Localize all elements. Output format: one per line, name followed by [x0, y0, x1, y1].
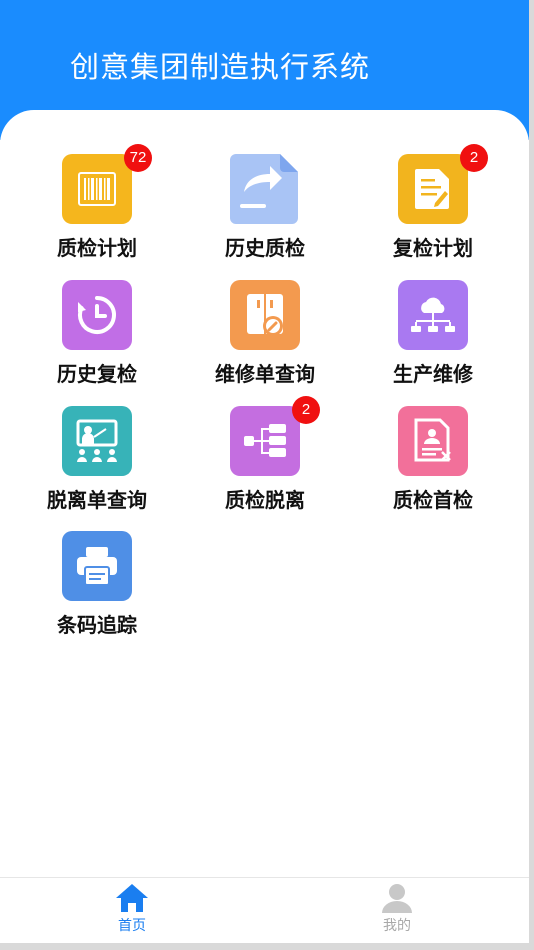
tile-quality-detach: 2	[230, 396, 320, 476]
tile-history-recheck	[62, 280, 132, 350]
notification-badge: 2	[460, 144, 488, 172]
user-icon	[382, 884, 412, 913]
grid-item-production-repair[interactable]: 生产维修	[358, 280, 508, 400]
page-title: 创意集团制造执行系统	[70, 50, 371, 84]
presentation-icon	[76, 419, 118, 462]
tab-home-label: 首页	[118, 918, 146, 934]
grid-item-label: 维修单查询	[215, 362, 315, 386]
clock-history-icon	[78, 296, 116, 334]
tile-detach-query	[62, 406, 132, 476]
tile-quality-plan: 72	[62, 144, 152, 224]
grid-item-label: 质检计划	[57, 236, 137, 260]
tile-barcode-trace	[62, 531, 132, 601]
grid-item-barcode-trace[interactable]: 条码追踪	[22, 531, 172, 651]
grid-item-label: 质检首检	[393, 488, 473, 512]
grid-item-label: 条码追踪	[57, 613, 137, 637]
tab-mine[interactable]: 我的	[332, 878, 462, 943]
share-file-icon	[230, 154, 298, 224]
grid-item-history-quality[interactable]: 历史质检	[190, 154, 340, 274]
grid-item-label: 复检计划	[393, 236, 473, 260]
id-document-icon	[414, 418, 451, 462]
barcode-icon	[78, 172, 116, 206]
grid-item-history-recheck[interactable]: 历史复检	[22, 280, 172, 400]
document-edit-icon	[415, 169, 449, 209]
tile-production-repair	[398, 280, 468, 350]
home-icon	[116, 884, 148, 912]
tile-first-inspection	[398, 406, 468, 476]
tab-home[interactable]: 首页	[67, 878, 197, 943]
printer-icon	[77, 547, 117, 586]
main-content: 72 质检计划 历史质检 2 复检计划 历史复检 维修单查询 生产维修 脱离单查…	[0, 110, 529, 877]
bottom-tab-bar: 首页 我的	[0, 877, 529, 943]
grid-item-label: 历史复检	[57, 362, 137, 386]
grid-item-repair-query[interactable]: 维修单查询	[190, 280, 340, 400]
grid-item-detach-query[interactable]: 脱离单查询	[22, 406, 172, 526]
grid-item-label: 历史质检	[225, 236, 305, 260]
tile-history-quality	[230, 154, 300, 224]
tile-repair-query	[230, 280, 300, 350]
grid-item-quality-plan[interactable]: 72 质检计划	[22, 144, 172, 274]
grid-item-label: 生产维修	[393, 362, 473, 386]
cabinet-wrench-icon	[247, 294, 283, 336]
grid-item-quality-detach[interactable]: 2 质检脱离	[190, 396, 340, 526]
grid-item-recheck-plan[interactable]: 2 复检计划	[358, 144, 508, 274]
grid-item-first-inspection[interactable]: 质检首检	[358, 406, 508, 526]
network-cloud-icon	[411, 297, 455, 332]
notification-badge: 72	[124, 144, 152, 172]
tab-mine-label: 我的	[383, 918, 411, 934]
notification-badge: 2	[292, 396, 320, 424]
app-screen: 创意集团制造执行系统 72 质检计划 历史质检 2 复检计划 历史复检 维修单查…	[0, 0, 529, 943]
grid-item-label: 脱离单查询	[47, 488, 147, 512]
flow-diagram-icon	[244, 424, 286, 457]
grid-item-label: 质检脱离	[225, 488, 305, 512]
tile-recheck-plan: 2	[398, 144, 488, 224]
